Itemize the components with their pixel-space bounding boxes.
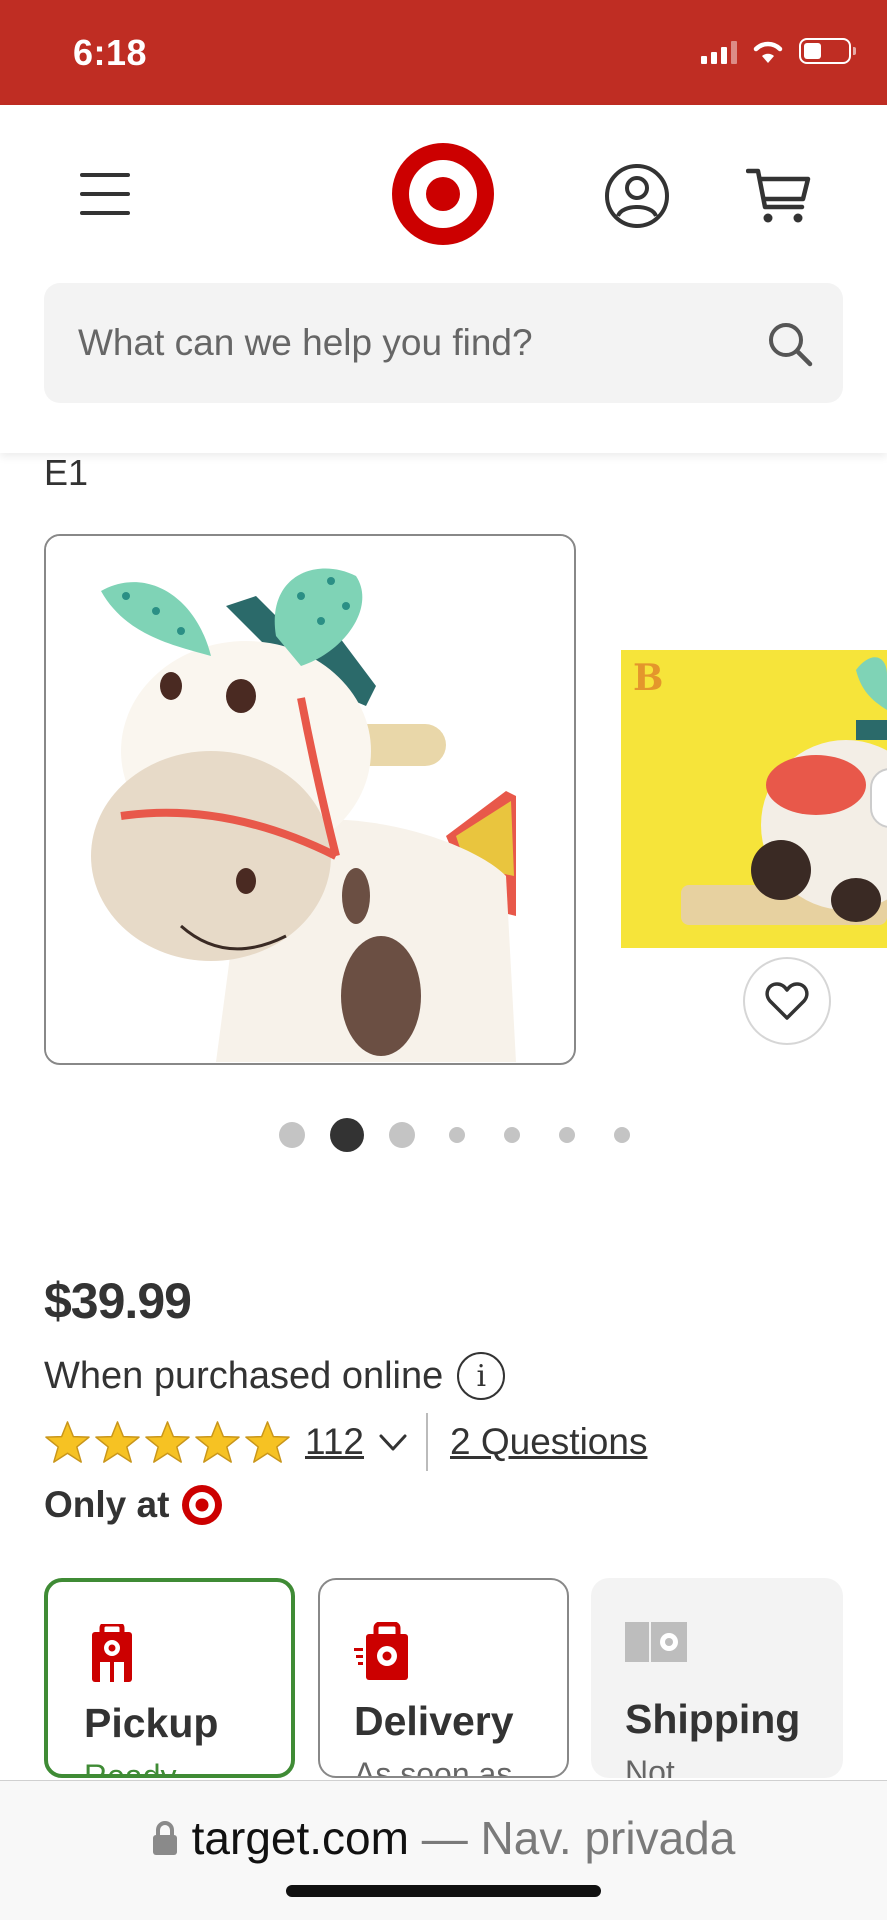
- play-video-button[interactable]: [870, 768, 887, 828]
- carousel-pagination: [264, 1118, 649, 1152]
- svg-text:B: B: [633, 657, 663, 699]
- info-icon[interactable]: i: [457, 1352, 506, 1400]
- menu-button[interactable]: [80, 173, 130, 215]
- breadcrumb: E1: [44, 452, 89, 493]
- rating-stars[interactable]: [44, 1419, 291, 1466]
- browser-address-bar[interactable]: target.com — Nav. privada: [0, 1780, 887, 1920]
- delivery-title: Delivery: [354, 1698, 514, 1744]
- home-indicator[interactable]: [286, 1885, 601, 1897]
- product-image-main[interactable]: [44, 534, 576, 1065]
- search-input[interactable]: [78, 283, 758, 403]
- product-image-secondary[interactable]: B: [621, 650, 887, 948]
- questions-link[interactable]: 2 Questions: [450, 1421, 647, 1463]
- fulfillment-pickup-card[interactable]: Pickup Ready: [44, 1578, 295, 1778]
- only-at-label: Only at: [44, 1484, 170, 1525]
- pickup-subtitle: Ready: [84, 1758, 177, 1778]
- carousel-dot[interactable]: [278, 1122, 305, 1148]
- shipping-title: Shipping: [625, 1696, 801, 1742]
- account-icon[interactable]: [604, 163, 670, 229]
- cart-icon[interactable]: [746, 163, 812, 229]
- divider: [426, 1413, 428, 1471]
- target-bullseye-icon: [182, 1485, 223, 1525]
- favorite-button[interactable]: [743, 957, 831, 1045]
- status-icons: [701, 38, 856, 64]
- carousel-dot[interactable]: [613, 1127, 630, 1143]
- fulfillment-delivery-card[interactable]: Delivery As soon as: [318, 1578, 569, 1778]
- product-video-thumbnail: B: [621, 650, 887, 948]
- price-note-row: When purchased online i: [44, 1352, 506, 1400]
- star-icon: [145, 1420, 190, 1463]
- delivery-subtitle: As soon as: [354, 1756, 513, 1778]
- url-text: target.com: [191, 1812, 409, 1864]
- product-price: $39.99: [44, 1273, 192, 1329]
- site-header: [0, 105, 887, 453]
- star-icon: [245, 1420, 290, 1463]
- target-logo[interactable]: [392, 143, 494, 245]
- price-note: When purchased online: [44, 1354, 444, 1397]
- carousel-dot[interactable]: [388, 1122, 415, 1148]
- fulfillment-shipping-card[interactable]: Shipping Not: [591, 1578, 843, 1778]
- status-bar: 6:18: [0, 0, 887, 105]
- status-time: 6:18: [73, 32, 148, 73]
- carousel-dot[interactable]: [503, 1127, 520, 1143]
- address-display[interactable]: target.com — Nav. privada: [0, 1811, 887, 1865]
- search-icon[interactable]: [767, 321, 813, 367]
- carousel-dot[interactable]: [448, 1127, 465, 1143]
- wifi-icon: [753, 41, 783, 63]
- carousel-dot[interactable]: [329, 1118, 364, 1152]
- battery-icon: [799, 38, 856, 64]
- pickup-title: Pickup: [84, 1700, 219, 1746]
- chevron-down-icon[interactable]: [378, 1427, 408, 1457]
- pickup-store-icon: [92, 1624, 132, 1682]
- star-icon: [195, 1420, 240, 1463]
- lock-icon: [152, 1813, 178, 1855]
- delivery-bag-icon: [354, 1622, 408, 1680]
- heart-icon: [765, 982, 809, 1020]
- review-count-link[interactable]: 112: [305, 1421, 364, 1463]
- rating-row: 112 2 Questions: [44, 1413, 647, 1471]
- only-at-row: Only at: [44, 1484, 223, 1526]
- cellular-signal-icon: [701, 38, 737, 64]
- rocking-horse-image: [46, 536, 573, 1062]
- star-icon: [95, 1420, 140, 1463]
- search-bar[interactable]: [44, 283, 843, 403]
- star-icon: [45, 1420, 90, 1463]
- carousel-dot[interactable]: [558, 1127, 575, 1143]
- private-mode-label: — Nav. privada: [421, 1812, 736, 1864]
- shipping-subtitle: Not: [625, 1754, 675, 1778]
- shipping-truck-icon: [625, 1622, 687, 1662]
